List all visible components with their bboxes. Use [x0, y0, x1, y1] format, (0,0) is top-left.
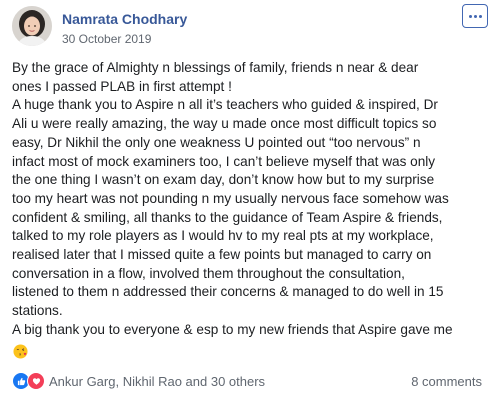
blowing-kiss-emoji — [13, 344, 28, 359]
more-options-button[interactable] — [462, 4, 488, 28]
post-text-line: conversation in a flow, involved them th… — [12, 265, 405, 281]
reactions-names[interactable]: Ankur Garg, Nikhil Rao and 30 others — [49, 374, 265, 389]
post-text-line: Ali u were really amazing, the way u mad… — [12, 116, 437, 132]
post-text-line: the one thing I wasn’t on exam day, don’… — [12, 172, 435, 188]
post-text-line: talked to my role players as I would hv … — [12, 228, 434, 244]
post-text: By the grace of Almighty n blessings of … — [12, 59, 490, 340]
post-text-line: too my heart was not pounding n my usual… — [12, 190, 449, 206]
post-text-line: A big thank you to everyone & esp to my … — [12, 321, 453, 337]
love-icon — [27, 372, 45, 390]
comments-count[interactable]: 8 comments — [411, 374, 482, 389]
author-name[interactable]: Namrata Chodhary — [62, 11, 187, 27]
avatar[interactable] — [12, 6, 52, 46]
post-text-line: ones I passed PLAB in first attempt ! — [12, 78, 232, 94]
post-text-line: stations. — [12, 303, 63, 319]
post-date[interactable]: 30 October 2019 — [62, 32, 151, 46]
post-card: Namrata Chodhary 30 October 2019 By the … — [0, 0, 494, 404]
post-text-line: infact most of mock examiners too, I can… — [12, 153, 436, 169]
reactions-summary[interactable]: Ankur Garg, Nikhil Rao and 30 others — [12, 371, 265, 391]
more-horizontal-icon — [468, 14, 472, 18]
post-text-line: A huge thank you to Aspire n all it’s te… — [12, 97, 438, 113]
post-text-line: By the grace of Almighty n blessings of … — [12, 60, 419, 75]
post-text-line: easy, Dr Nikhil the only one weakness U … — [12, 134, 421, 150]
post-text-line: realised later that I missed quite a few… — [12, 247, 432, 263]
post-text-line: listened to them n addressed their conce… — [12, 284, 444, 300]
post-text-line: confident & smiling, all thanks to the g… — [12, 209, 443, 225]
